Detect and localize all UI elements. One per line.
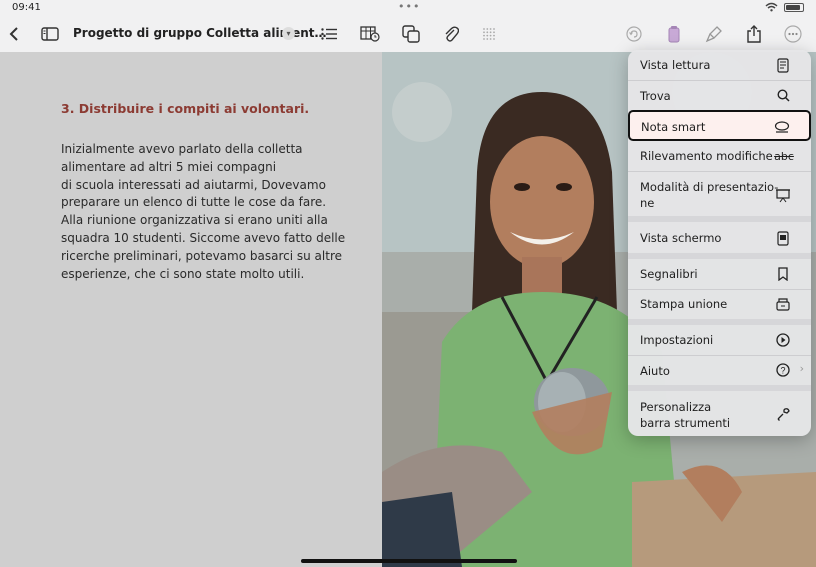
paragraph: Inizialmente avevo parlato della collett… <box>61 141 351 283</box>
menu-item-bookmarks[interactable]: Segnalibri <box>628 259 811 289</box>
paragraph-line: di scuola interessati ad aiutarmi, Dovev… <box>61 177 326 192</box>
more-options-menu: Vista lettura Trova Nota smart Rilevamen… <box>628 50 811 436</box>
undo-icon[interactable] <box>624 16 644 52</box>
paragraph-line: Inizialmente avevo parlato della collett… <box>61 142 303 156</box>
svg-text:?: ? <box>780 365 785 375</box>
list-icon[interactable] <box>319 16 339 52</box>
bookmark-icon <box>775 266 791 282</box>
paragraph-line: alimentare ad altri 5 miei compagni <box>61 159 277 174</box>
back-icon[interactable] <box>4 16 24 52</box>
chevron-right-icon: › <box>799 362 804 375</box>
menu-item-mail-merge[interactable]: Stampa unione <box>628 290 811 319</box>
mail-merge-icon <box>775 296 791 312</box>
share-icon[interactable] <box>744 16 764 52</box>
menu-item-find[interactable]: Trova <box>628 81 811 110</box>
paragraph-line: ricerche preliminari, potevamo basarci s… <box>61 248 342 263</box>
clock: 09:41 <box>12 2 41 13</box>
menu-item-reading-view[interactable]: Vista lettura <box>628 50 811 80</box>
paragraph-line: Alla riunione organizzativa si erano uni… <box>61 213 328 228</box>
more-icon[interactable] <box>783 16 803 52</box>
paragraph-line: esperienze, che ci sono state molto util… <box>61 266 305 281</box>
presentation-icon <box>775 187 791 203</box>
menu-item-settings[interactable]: Impostazioni <box>628 325 811 355</box>
notebook-icon[interactable] <box>664 16 684 52</box>
menu-item-customize-toolbar[interactable]: Personalizza barra strumenti <box>628 391 811 436</box>
help-icon: ? <box>775 362 791 378</box>
menu-item-smart-note[interactable]: Nota smart <box>628 110 811 141</box>
menu-item-presentation-mode[interactable]: Modalità di presentazio- ne <box>628 172 811 216</box>
grid-icon <box>479 16 499 52</box>
shapes-icon[interactable] <box>401 16 421 52</box>
menu-item-help[interactable]: Aiuto ? › <box>628 356 811 385</box>
attachment-icon[interactable] <box>441 16 461 52</box>
reading-view-icon <box>775 57 791 73</box>
paragraph-line: squadra 10 studenti. Siccome avevo fatto… <box>61 230 346 245</box>
home-indicator[interactable] <box>301 559 517 563</box>
paragraph-line: preparare un elenco di tutte le cose da … <box>61 195 327 210</box>
menu-item-track-changes[interactable]: Rilevamento modifiche abc <box>628 142 811 171</box>
abc-strikethrough-icon: abc <box>774 149 794 163</box>
table-icon[interactable] <box>359 16 381 52</box>
menu-item-screen-view[interactable]: Vista schermo <box>628 222 811 253</box>
sidebar-icon[interactable] <box>40 16 60 52</box>
screen-view-icon <box>775 230 791 246</box>
smart-note-icon <box>774 119 790 135</box>
chevron-down-icon[interactable]: ▾ <box>282 27 295 40</box>
search-icon <box>775 87 791 103</box>
wifi-icon <box>765 2 778 12</box>
toolbar: Progetto di gruppo Colletta aliment… ▾ <box>0 16 816 52</box>
battery-icon <box>784 2 804 12</box>
status-bar: 09:41 ••• <box>0 0 816 16</box>
section-heading: 3. Distribuire i compiti ai volontari. <box>61 101 310 116</box>
wrench-icon <box>775 406 791 422</box>
brush-icon[interactable] <box>704 16 724 52</box>
settings-icon <box>775 332 791 348</box>
multitasking-dots-icon[interactable]: ••• <box>398 0 420 13</box>
document-page <box>0 52 382 567</box>
